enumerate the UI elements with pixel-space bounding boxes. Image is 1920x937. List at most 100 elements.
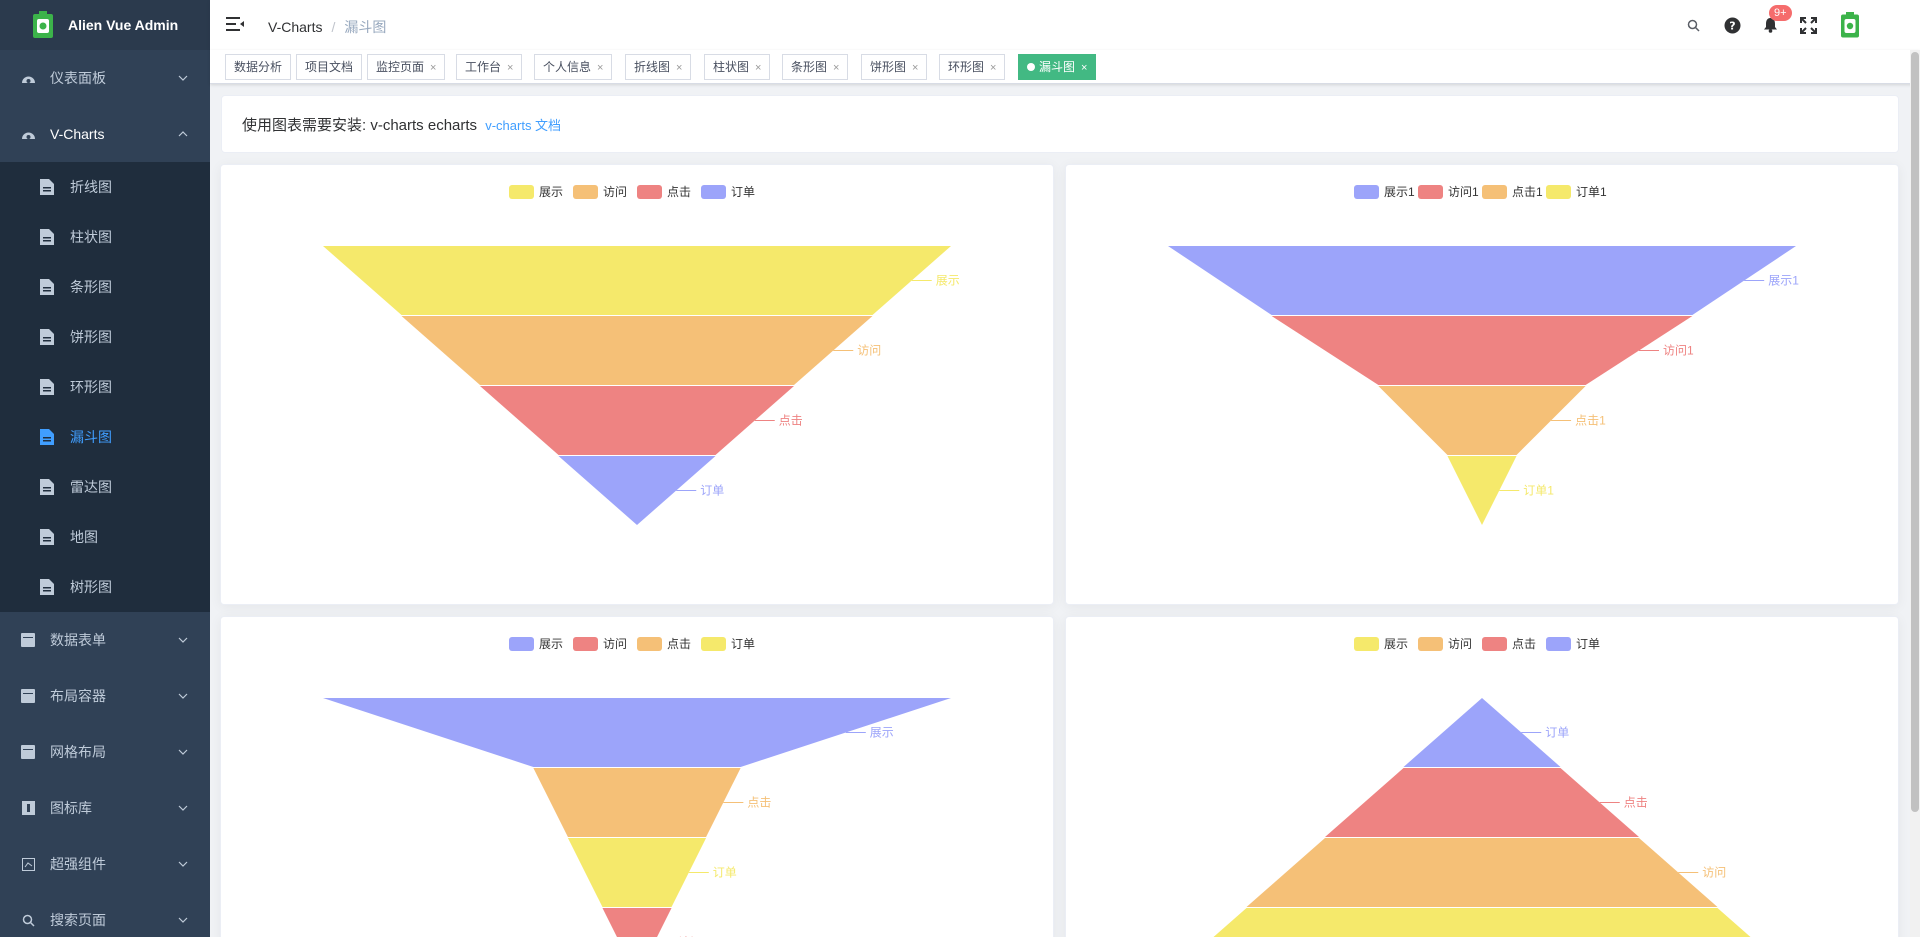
docs-link[interactable]: v-charts 文档 xyxy=(485,118,561,133)
funnel-segment[interactable] xyxy=(323,246,951,315)
legend-item[interactable]: 订单 xyxy=(1546,637,1600,651)
breadcrumb: V-Charts / 漏斗图 xyxy=(268,17,386,37)
funnel-segment[interactable] xyxy=(1246,838,1718,907)
tag-label: 环形图 xyxy=(948,60,985,74)
legend-item[interactable]: 展示 xyxy=(509,637,563,651)
notification-bell-icon[interactable]: 9+ xyxy=(1755,0,1792,50)
submenu-item-radar[interactable]: 雷达图 xyxy=(0,462,210,512)
tag-bar-chart[interactable]: 条形图 × xyxy=(782,54,849,80)
tag-label: 个人信息 xyxy=(543,60,592,74)
menu-layout-container[interactable]: 布局容器 xyxy=(0,668,210,724)
menu-grid-layout[interactable]: 网格布局 xyxy=(0,724,210,780)
tag-funnel-chart[interactable]: 漏斗图 × xyxy=(1018,54,1097,80)
table-icon xyxy=(20,744,36,760)
segment-label: 展示 xyxy=(870,726,894,740)
logo[interactable]: Alien Vue Admin xyxy=(0,0,210,50)
segment-label: 订单1 xyxy=(1523,484,1554,498)
tag-monitor-page[interactable]: 监控页面 × xyxy=(367,54,446,80)
search-icon[interactable] xyxy=(1678,0,1708,50)
submenu-item-bar[interactable]: 条形图 xyxy=(0,262,210,312)
close-icon[interactable]: × xyxy=(1081,62,1087,74)
funnel-segment[interactable] xyxy=(602,908,672,937)
legend-item[interactable]: 访问 xyxy=(573,637,627,651)
close-icon[interactable]: × xyxy=(912,62,918,74)
legend-item[interactable]: 展示 xyxy=(1354,637,1408,651)
page-scrollbar[interactable] xyxy=(1910,50,1920,937)
tag-workbench[interactable]: 工作台 × xyxy=(456,54,523,80)
legend-item[interactable]: 访问1 xyxy=(1418,185,1479,199)
menu-label: V-Charts xyxy=(50,126,105,142)
close-icon[interactable]: × xyxy=(430,62,436,74)
close-icon[interactable]: × xyxy=(755,62,761,74)
legend-item[interactable]: 展示 xyxy=(509,185,563,199)
funnel-chart: 展示 访问 点击 订单展示访问点击订单 xyxy=(323,185,960,525)
legend-label: 点击 xyxy=(667,185,691,199)
user-avatar[interactable] xyxy=(1835,0,1865,50)
funnel-segment[interactable] xyxy=(480,386,794,455)
submenu-item-histogram[interactable]: 柱状图 xyxy=(0,212,210,262)
menu-data-form[interactable]: 数据表单 xyxy=(0,612,210,668)
close-icon[interactable]: × xyxy=(597,62,603,74)
tag-pie-chart[interactable]: 饼形图 × xyxy=(861,54,928,80)
svg-text:?: ? xyxy=(1729,19,1735,32)
hamburger-icon[interactable] xyxy=(226,16,244,32)
menu-search-page[interactable]: 搜索页面 xyxy=(0,892,210,937)
tag-label: 监控页面 xyxy=(376,60,425,74)
submenu-item-ring[interactable]: 环形图 xyxy=(0,362,210,412)
close-icon[interactable]: × xyxy=(507,62,513,74)
legend-item[interactable]: 点击 xyxy=(1482,637,1536,651)
submenu-label: 地图 xyxy=(70,529,98,545)
menu-icon-library[interactable]: 图标库 xyxy=(0,780,210,836)
legend-item[interactable]: 访问 xyxy=(1418,637,1472,651)
tag-label: 项目文档 xyxy=(305,60,354,74)
battery-logo-icon xyxy=(33,11,53,38)
tag-ring-chart[interactable]: 环形图 × xyxy=(939,54,1006,80)
legend-item[interactable]: 订单1 xyxy=(1546,185,1607,199)
menu-dashboard[interactable]: 仪表面板 xyxy=(0,50,210,106)
close-icon[interactable]: × xyxy=(833,62,839,74)
tag-project-docs[interactable]: 项目文档 xyxy=(296,54,363,80)
tag-line-chart[interactable]: 折线图 × xyxy=(625,54,692,80)
funnel-segment[interactable] xyxy=(1271,316,1693,385)
submenu-item-pie[interactable]: 饼形图 xyxy=(0,312,210,362)
scrollbar-thumb[interactable] xyxy=(1911,52,1919,812)
funnel-segment[interactable] xyxy=(533,768,741,837)
menu-v-charts[interactable]: V-Charts xyxy=(0,106,210,162)
tag-label: 漏斗图 xyxy=(1039,60,1076,74)
segment-label: 订单 xyxy=(713,866,737,880)
legend-item[interactable]: 点击 xyxy=(637,637,691,651)
funnel-segment[interactable] xyxy=(567,838,707,907)
fullscreen-icon[interactable] xyxy=(1793,0,1823,50)
submenu-item-funnel[interactable]: 漏斗图 xyxy=(0,412,210,462)
document-icon xyxy=(40,529,54,545)
tag-histogram[interactable]: 柱状图 × xyxy=(704,54,771,80)
tag-profile[interactable]: 个人信息 × xyxy=(534,54,613,80)
funnel-segment[interactable] xyxy=(401,316,873,385)
funnel-segment[interactable] xyxy=(1168,908,1796,937)
menu-super-components[interactable]: 超强组件 xyxy=(0,836,210,892)
legend-item[interactable]: 访问 xyxy=(573,185,627,199)
legend-item[interactable]: 点击1 xyxy=(1482,185,1543,199)
breadcrumb-item[interactable]: V-Charts xyxy=(268,19,322,35)
help-icon[interactable]: ? xyxy=(1717,0,1747,50)
segment-label: 展示 xyxy=(936,274,960,288)
submenu-item-tree[interactable]: 树形图 xyxy=(0,562,210,612)
notification-badge: 9+ xyxy=(1769,5,1792,21)
legend-item[interactable]: 订单 xyxy=(701,185,755,199)
segment-label: 点击 xyxy=(1624,796,1648,810)
legend-item[interactable]: 点击 xyxy=(637,185,691,199)
segment-label: 订单 xyxy=(1545,726,1569,740)
tag-data-analysis[interactable]: 数据分析 xyxy=(225,54,292,80)
funnel-segment[interactable] xyxy=(1325,768,1639,837)
dashboard-icon xyxy=(20,126,36,142)
legend-label: 访问 xyxy=(603,185,627,199)
close-icon[interactable]: × xyxy=(676,62,682,74)
segment-label: 点击1 xyxy=(1575,414,1606,428)
submenu-item-map[interactable]: 地图 xyxy=(0,512,210,562)
submenu-item-line[interactable]: 折线图 xyxy=(0,162,210,212)
legend-swatch xyxy=(1354,637,1379,651)
close-icon[interactable]: × xyxy=(990,62,996,74)
legend-item[interactable]: 展示1 xyxy=(1354,185,1415,199)
legend-item[interactable]: 订单 xyxy=(701,637,755,651)
funnel-segment[interactable] xyxy=(1168,246,1796,315)
